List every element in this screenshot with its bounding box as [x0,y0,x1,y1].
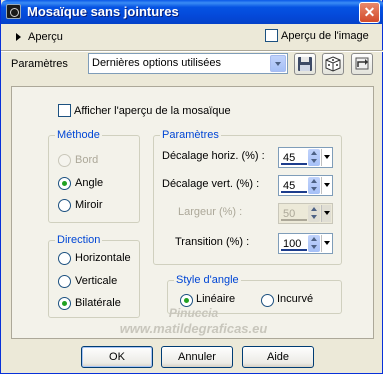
mosaic-preview-checkbox-label: Afficher l'aperçu de la mosaïque [74,105,231,117]
cancel-button[interactable]: Annuler [161,346,233,368]
direction-radio-verticale-label: Verticale [75,275,118,287]
spin-arrows-icon [308,205,320,222]
settings-panel: Afficher l'aperçu de la mosaïque Méthode… [11,86,374,339]
method-radio-angle-label: Angle [75,177,104,189]
dice-icon [325,56,341,72]
dialog-window: Mosaïque sans jointures ✕ Aperçu Aperçu … [0,0,383,374]
title-bar[interactable]: Mosaïque sans jointures ✕ [1,0,383,24]
v-offset-slider-track[interactable] [281,191,307,193]
radio-selected-dot [62,181,67,186]
reset-button[interactable] [351,53,373,75]
save-preset-button[interactable] [294,53,316,75]
method-radio-angle[interactable] [58,177,71,190]
method-radio-bord [58,154,71,167]
reset-icon [355,57,369,70]
preset-select-value: Dernières options utilisées [92,57,222,69]
direction-radio-verticale[interactable] [58,275,71,288]
h-offset-label: Décalage horiz. (%) : [162,150,265,162]
close-button[interactable]: ✕ [359,2,380,23]
h-offset-spinbox[interactable]: 45 [278,147,333,168]
method-radio-miroir-label: Miroir [75,199,103,211]
chevron-down-icon[interactable] [270,55,286,72]
watermark-author: Pinuccia [168,306,219,320]
spin-arrows-icon[interactable] [308,235,320,252]
mosaic-preview-checkbox-box[interactable] [58,104,71,117]
divider [1,50,383,52]
transition-spinbox[interactable]: 100 [278,233,333,254]
parameters-group: Paramètres Décalage horiz. (%) : 45 Déca… [153,129,342,265]
floppy-disk-icon [298,57,312,71]
radio-selected-dot [184,298,189,303]
corner-style-group-label: Style d'angle [174,274,241,286]
width-label: Largeur (%) : [178,206,243,218]
corner-radio-incurve-label: Incurvé [277,293,314,305]
width-spinbox: 50 [278,203,333,224]
image-preview-checkbox-label: Aperçu de l'image [281,30,369,42]
window-title: Mosaïque sans jointures [27,4,179,19]
transition-slider-track[interactable] [281,249,307,251]
watermark-site: www.matildegraficas.eu [119,321,268,336]
chevron-down-icon[interactable] [321,235,331,252]
ok-button[interactable]: OK [81,346,153,368]
spin-arrows-icon[interactable] [308,177,320,194]
method-group: Méthode Bord Angle Miroir [48,129,140,223]
width-slider-track [281,219,307,221]
randomize-button[interactable] [322,53,344,75]
params-label: Paramètres [11,58,68,70]
help-button[interactable]: Aide [242,346,314,368]
preset-select[interactable]: Dernières options utilisées [88,53,288,74]
spin-arrows-icon[interactable] [308,149,320,166]
chevron-down-icon[interactable] [321,177,331,194]
v-offset-label: Décalage vert. (%) : [162,178,260,190]
chevron-down-icon[interactable] [321,149,331,166]
method-group-label: Méthode [55,129,102,141]
image-preview-checkbox-box[interactable] [265,29,278,42]
method-radio-miroir[interactable] [58,199,71,212]
method-radio-bord-label: Bord [75,154,99,166]
preview-toggle-label: Aperçu [28,31,63,43]
expand-arrow-icon [16,33,21,41]
h-offset-slider-track[interactable] [281,163,307,165]
v-offset-spinbox[interactable]: 45 [278,175,333,196]
corner-radio-lineaire-label: Linéaire [196,293,236,305]
direction-radio-horizontale-label: Horizontale [75,252,131,264]
direction-group-label: Direction [55,234,103,246]
app-icon [6,4,21,19]
chevron-down-icon [321,205,331,222]
direction-radio-horizontale[interactable] [58,252,71,265]
transition-label: Transition (%) : [175,236,250,248]
parameters-group-label: Paramètres [160,129,221,141]
